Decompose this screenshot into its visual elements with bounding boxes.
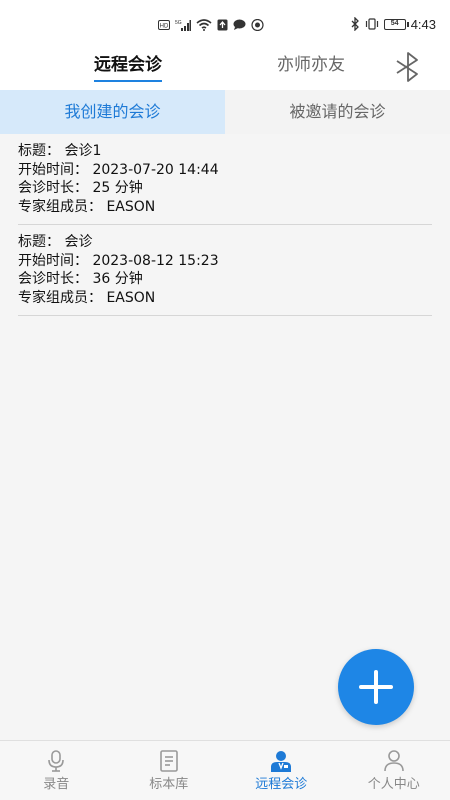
consultation-members: 专家组成员： EASON: [18, 198, 156, 215]
consultation-card[interactable]: 标题： 会诊1 开始时间： 2023-07-20 14:44 会诊时长： 25 …: [18, 134, 432, 225]
hd-icon: HD: [158, 20, 170, 30]
tab-remote-consultation[interactable]: 远程会诊: [94, 54, 162, 82]
wifi-icon: [196, 19, 212, 31]
signal-icon: 5G: [175, 20, 191, 31]
active-tab-underline: [94, 80, 162, 82]
consultation-start-time: 开始时间： 2023-08-12 15:23: [18, 252, 219, 269]
nav-item-personal-center[interactable]: 个人中心: [338, 741, 450, 800]
consultation-duration: 会诊时长： 36 分钟: [18, 271, 143, 287]
bluetooth-icon: [351, 17, 359, 31]
nav-item-remote-consultation[interactable]: 远程会诊: [225, 741, 338, 800]
status-icons-left: HD 5G: [158, 17, 264, 33]
notification-icon: [217, 19, 228, 31]
status-time: 4:43: [410, 16, 436, 32]
status-bar: HD 5G 54 4:43: [0, 0, 450, 44]
nav-item-specimen-library[interactable]: 标本库: [113, 741, 226, 800]
nav-label: 个人中心: [367, 777, 420, 792]
bluetooth-icon[interactable]: [393, 52, 423, 82]
plus-icon: [359, 670, 393, 704]
tab-remote-consultation-label: 远程会诊: [94, 55, 162, 75]
consultation-list: 标题： 会诊1 开始时间： 2023-07-20 14:44 会诊时长： 25 …: [18, 134, 432, 316]
consultation-title: 标题： 会诊1: [18, 143, 102, 159]
microphone-icon: [48, 750, 65, 772]
tab-invited-consultations[interactable]: 被邀请的会诊: [225, 90, 450, 134]
vibrate-icon: [365, 18, 378, 30]
status-icons-right: 54 4:43: [351, 15, 436, 33]
bottom-nav: 录音 标本库 远程会诊 个人中心: [0, 740, 450, 800]
nav-item-recording[interactable]: 录音: [0, 741, 113, 800]
consultation-title: 标题： 会诊: [18, 234, 93, 250]
document-icon: [159, 750, 178, 772]
battery-icon: 54: [383, 18, 409, 30]
person-icon: [383, 750, 404, 772]
nav-label: 标本库: [149, 777, 189, 792]
consultation-members: 专家组成员： EASON: [18, 289, 156, 306]
consultation-duration: 会诊时长： 25 分钟: [18, 180, 143, 196]
tab-mentor-friend-label: 亦师亦友: [277, 55, 345, 75]
top-tab-bar: 远程会诊 亦师亦友: [0, 44, 450, 90]
nav-label: 远程会诊: [255, 777, 308, 792]
chat-icon: [233, 19, 246, 30]
svg-text:5G: 5G: [175, 20, 182, 26]
tab-my-created-consultations[interactable]: 我创建的会诊: [0, 90, 225, 134]
svg-text:HD: HD: [160, 24, 169, 30]
doctor-icon: [271, 751, 292, 772]
consultation-start-time: 开始时间： 2023-07-20 14:44: [18, 161, 219, 178]
camera-icon: [251, 19, 264, 31]
nav-label: 录音: [43, 777, 70, 792]
add-consultation-button[interactable]: [338, 649, 414, 725]
tab-mentor-friend[interactable]: 亦师亦友: [277, 54, 345, 80]
sub-tab-bar: 我创建的会诊 被邀请的会诊: [0, 90, 450, 134]
consultation-card[interactable]: 标题： 会诊 开始时间： 2023-08-12 15:23 会诊时长： 36 分…: [18, 225, 432, 316]
